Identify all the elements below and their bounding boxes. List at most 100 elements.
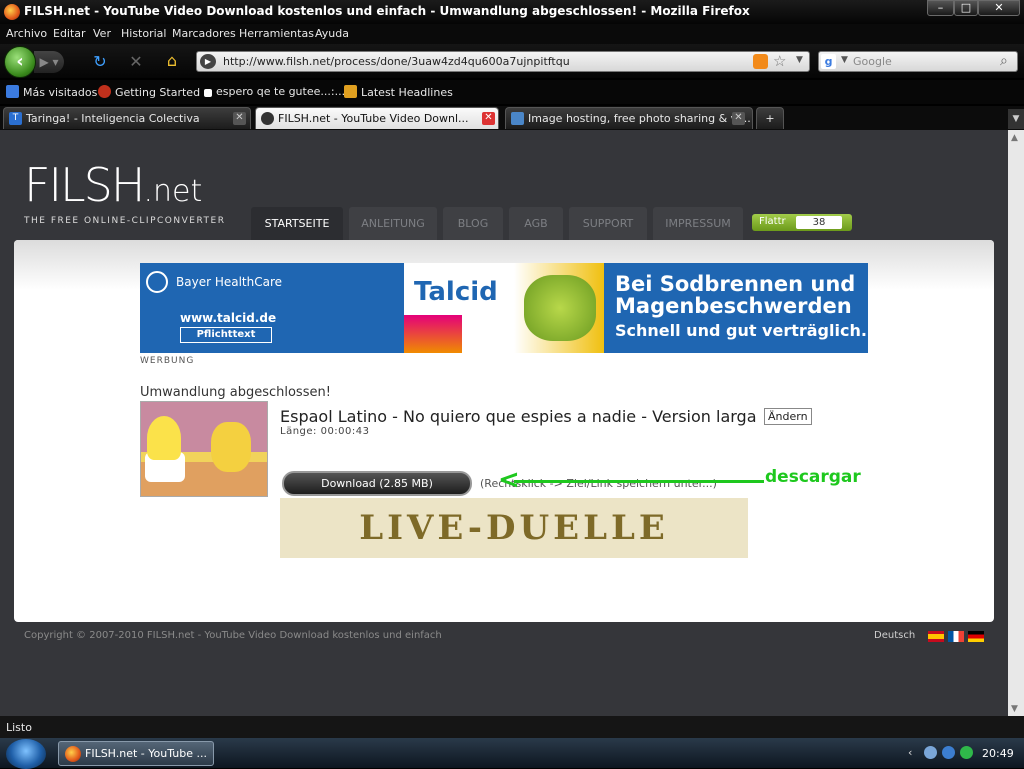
pack-stripe (404, 315, 462, 353)
tab-filsh[interactable]: FILSH.net - YouTube Video Downl... ✕ (255, 107, 499, 129)
url-dropdown-icon[interactable]: ▼ (796, 55, 803, 65)
menu-bar: Archivo Editar Ver Historial Marcadores … (0, 24, 1024, 44)
site-logo[interactable]: FILSH.net (24, 160, 202, 217)
rss-folder-icon (344, 85, 357, 98)
forward-button[interactable]: ▶ ▾ (34, 51, 64, 73)
nav-agb[interactable]: AGB (509, 207, 563, 241)
menu-archivo[interactable]: Archivo (6, 27, 47, 40)
nav-impressum[interactable]: IMPRESSUM (653, 207, 743, 241)
download-button[interactable]: Download (2.85 MB) (282, 471, 472, 496)
flattr-button[interactable]: Flattr 38 (752, 214, 852, 231)
flag-germany-icon[interactable] (968, 631, 984, 642)
nav-startseite[interactable]: STARTSEITE (251, 207, 343, 241)
firefox-icon (65, 746, 81, 762)
thumb-character-2 (211, 422, 251, 472)
url-bar[interactable]: ▶ http://www.filsh.net/process/done/3uaw… (196, 51, 810, 72)
product-pack-image: Talcid (404, 263, 604, 353)
language-selector[interactable]: Deutsch (874, 630, 915, 641)
search-placeholder: Google (853, 55, 892, 68)
bookmark-espero[interactable]: espero qe te gutee...:... (204, 85, 345, 98)
maximize-button[interactable]: □ (954, 0, 978, 16)
menu-marcadores[interactable]: Marcadores (172, 27, 236, 40)
ad-url: www.talcid.de (180, 311, 277, 325)
taringa-icon: T (9, 112, 22, 125)
ad-brand: Talcid (414, 277, 498, 307)
ad-banner[interactable]: Bayer HealthCare www.talcid.de Pflichtte… (140, 263, 868, 353)
status-bar: Listo (0, 716, 1024, 738)
new-tab-button[interactable]: + (756, 107, 784, 129)
home-icon[interactable]: ⌂ (161, 51, 183, 70)
scroll-up-icon[interactable]: ▲ (1011, 133, 1018, 143)
tab-close-icon[interactable]: ✕ (482, 112, 495, 125)
volume-icon[interactable] (960, 746, 973, 759)
bookmark-star-icon[interactable]: ☆ (773, 52, 786, 70)
forward-icon: ▶ ▾ (39, 55, 59, 69)
nav-blog[interactable]: BLOG (443, 207, 503, 241)
bayer-logo-icon (146, 271, 168, 293)
tab-image-hosting[interactable]: Image hosting, free photo sharing & vi..… (505, 107, 753, 129)
video-title: Espaol Latino - No quiero que espies a n… (280, 407, 757, 426)
annotation-arrow-icon: < (498, 465, 520, 495)
tab-taringa[interactable]: T Taringa! - Inteligencia Colectiva ✕ (3, 107, 251, 129)
menu-historial[interactable]: Historial (121, 27, 166, 40)
rss-feed-icon[interactable] (753, 54, 768, 69)
stomach-illustration (524, 275, 596, 341)
vertical-scrollbar[interactable]: ▲ ▼ (1008, 130, 1024, 716)
search-bar[interactable]: g ▼ Google ⌕ (818, 51, 1018, 72)
edit-title-button[interactable]: Ändern (764, 408, 812, 425)
ad-headline: Bei Sodbrennen und Magenbeschwerden (615, 272, 856, 318)
taskbar-firefox-item[interactable]: FILSH.net - YouTube ... (58, 741, 214, 766)
menu-ayuda[interactable]: Ayuda (315, 27, 349, 40)
nav-support[interactable]: SUPPORT (569, 207, 647, 241)
video-thumbnail (140, 401, 268, 497)
reload-icon[interactable]: ↻ (90, 52, 110, 71)
getting-started-icon (98, 85, 111, 98)
minimize-button[interactable]: – (927, 0, 954, 16)
annotation-arrow-line (514, 480, 764, 483)
bluetooth-icon[interactable] (942, 746, 955, 759)
ad-pflichttext[interactable]: Pflichttext (180, 327, 272, 343)
flag-france-icon[interactable] (948, 631, 964, 642)
annotation-text: descargar (765, 467, 861, 487)
stop-icon[interactable]: ✕ (126, 52, 146, 71)
menu-herramientas[interactable]: Herramientas (239, 27, 314, 40)
page-viewport: FILSH.net THE FREE ONLINE-CLIPCONVERTER … (0, 130, 1008, 716)
status-text: Listo (6, 721, 32, 734)
engine-dropdown-icon[interactable]: ▼ (841, 55, 848, 65)
network-icon[interactable] (924, 746, 937, 759)
taskbar-clock[interactable]: 20:49 (982, 747, 1014, 760)
bookmark-latest-headlines[interactable]: Latest Headlines (344, 85, 453, 99)
flag-spain-icon[interactable] (928, 631, 944, 642)
close-button[interactable]: ✕ (978, 0, 1020, 16)
start-button[interactable] (6, 739, 46, 769)
nav-anleitung[interactable]: ANLEITUNG (349, 207, 437, 241)
search-icon[interactable]: ⌕ (1000, 53, 1008, 69)
bookmark-getting-started[interactable]: Getting Started (98, 85, 200, 99)
filsh-icon (261, 112, 274, 125)
page-icon (204, 89, 212, 97)
thumb-character (147, 416, 181, 460)
promo-banner[interactable]: LIVE-DUELLE (280, 498, 748, 558)
ad-label: WERBUNG (140, 356, 195, 366)
most-visited-icon (6, 85, 19, 98)
image-hosting-icon (511, 112, 524, 125)
window-title-bar: FILSH.net - YouTube Video Download koste… (0, 0, 1024, 24)
google-engine-icon[interactable]: g (821, 54, 836, 69)
url-text: http://www.filsh.net/process/done/3uaw4z… (223, 55, 570, 68)
scroll-down-icon[interactable]: ▼ (1011, 704, 1018, 714)
site-identity-icon[interactable]: ▶ (200, 54, 216, 69)
tab-close-icon[interactable]: ✕ (233, 112, 246, 125)
menu-editar[interactable]: Editar (53, 27, 86, 40)
tab-close-icon[interactable]: ✕ (732, 112, 745, 125)
conversion-status: Umwandlung abgeschlossen! (140, 385, 331, 400)
menu-ver[interactable]: Ver (93, 27, 111, 40)
ad-sponsor: Bayer HealthCare (176, 275, 283, 289)
bookmark-most-visited[interactable]: Más visitados (6, 85, 97, 99)
back-button[interactable]: ‹ (4, 46, 36, 78)
footer-copyright: Copyright © 2007-2010 FILSH.net - YouTub… (24, 630, 442, 641)
video-length: Länge: 00:00:43 (280, 426, 370, 437)
ad-subline: Schnell und gut verträglich. (615, 321, 867, 340)
site-tagline: THE FREE ONLINE-CLIPCONVERTER (24, 216, 226, 226)
tray-expand-icon[interactable]: ‹ (908, 746, 912, 759)
tab-list-icon[interactable]: ▼ (1008, 109, 1024, 129)
